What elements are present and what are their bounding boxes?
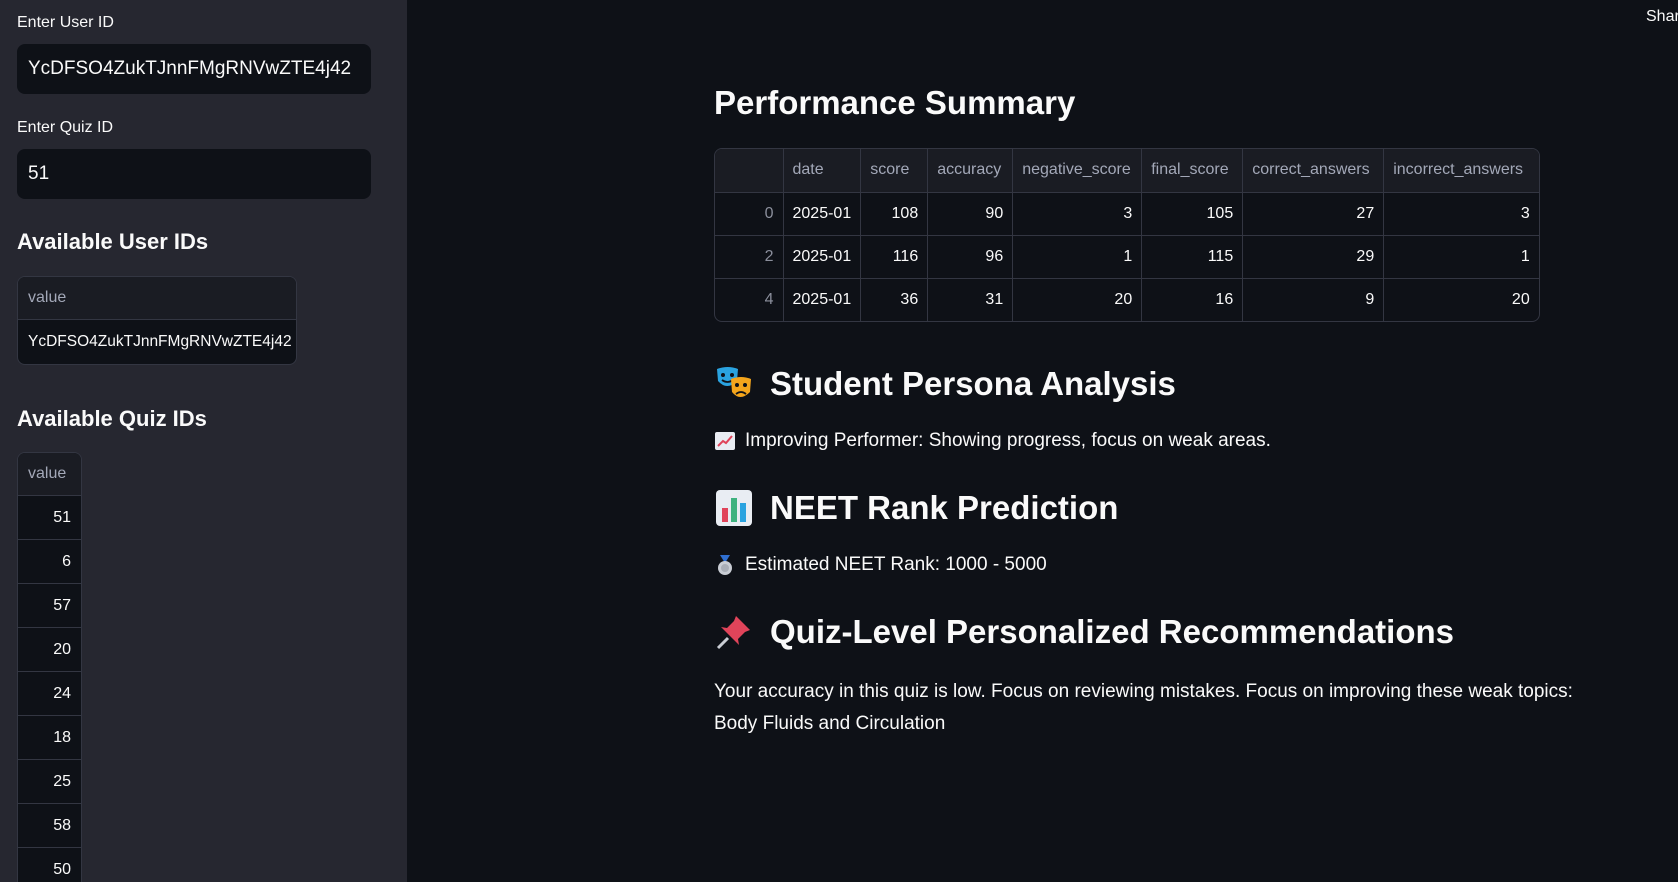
table-row[interactable]: 0 2025-01 108 90 3 105 27 3 xyxy=(715,192,1539,236)
column-header-score[interactable]: score xyxy=(860,149,929,193)
available-user-ids-heading: Available User IDs xyxy=(17,229,209,254)
rank-text: Estimated NEET Rank: 1000 - 5000 xyxy=(714,554,1047,576)
user-id-input[interactable]: YcDFSO4ZukTJnnFMgRNVwZTE4j42 xyxy=(17,44,371,94)
cell-score[interactable]: 108 xyxy=(860,192,929,236)
rank-text-value: Estimated NEET Rank: 1000 - 5000 xyxy=(745,554,1047,575)
performance-table[interactable]: date score accuracy negative_score final… xyxy=(714,148,1540,322)
pushpin-icon xyxy=(714,612,754,652)
cell-negative-score[interactable]: 3 xyxy=(1012,192,1143,236)
cell-accuracy[interactable]: 31 xyxy=(927,278,1014,321)
cell-accuracy[interactable]: 96 xyxy=(927,235,1014,279)
cell-final-score[interactable]: 105 xyxy=(1141,192,1244,236)
user-id-label: Enter User ID xyxy=(17,14,114,31)
available-user-ids-table[interactable]: value YcDFSO4ZukTJnnFMgRNVwZTE4j42 xyxy=(17,276,297,365)
rank-heading: NEET Rank Prediction xyxy=(714,488,1118,528)
bar-chart-icon xyxy=(714,488,754,528)
table-cell[interactable]: YcDFSO4ZukTJnnFMgRNVwZTE4j42 xyxy=(18,320,296,364)
available-quiz-ids-heading: Available Quiz IDs xyxy=(17,406,207,431)
cell-incorrect-answers[interactable]: 3 xyxy=(1383,192,1539,236)
cell-score[interactable]: 36 xyxy=(860,278,929,321)
table-cell[interactable]: 24 xyxy=(18,672,81,716)
row-index: 2 xyxy=(715,235,784,279)
cell-accuracy[interactable]: 90 xyxy=(927,192,1014,236)
column-header-incorrect-answers[interactable]: incorrect_answers xyxy=(1383,149,1539,193)
persona-text: Improving Performer: Showing progress, f… xyxy=(714,430,1271,452)
column-header[interactable]: value xyxy=(18,453,81,496)
cell-correct-answers[interactable]: 27 xyxy=(1242,192,1385,236)
table-cell[interactable]: 51 xyxy=(18,496,81,540)
cell-negative-score[interactable]: 1 xyxy=(1012,235,1143,279)
cell-score[interactable]: 116 xyxy=(860,235,929,279)
cell-correct-answers[interactable]: 9 xyxy=(1242,278,1385,321)
column-header[interactable]: value xyxy=(18,277,296,320)
chart-increasing-icon xyxy=(714,430,736,452)
table-cell[interactable]: 58 xyxy=(18,804,81,848)
persona-text-value: Improving Performer: Showing progress, f… xyxy=(745,430,1271,451)
cell-correct-answers[interactable]: 29 xyxy=(1242,235,1385,279)
cell-incorrect-answers[interactable]: 1 xyxy=(1383,235,1539,279)
table-row[interactable]: 4 2025-01 36 31 20 16 9 20 xyxy=(715,278,1539,321)
cell-negative-score[interactable]: 20 xyxy=(1012,278,1143,321)
recommendations-heading-text: Quiz-Level Personalized Recommendations xyxy=(770,613,1455,650)
cell-final-score[interactable]: 115 xyxy=(1141,235,1244,279)
table-cell[interactable]: 50 xyxy=(18,848,81,882)
cell-final-score[interactable]: 16 xyxy=(1141,278,1244,321)
column-header-correct-answers[interactable]: correct_answers xyxy=(1242,149,1385,193)
column-header-date[interactable]: date xyxy=(783,149,862,193)
cell-date[interactable]: 2025-01 xyxy=(783,192,862,236)
cell-date[interactable]: 2025-01 xyxy=(783,235,862,279)
column-header-final-score[interactable]: final_score xyxy=(1141,149,1244,193)
performance-summary-heading: Performance Summary xyxy=(714,84,1076,121)
persona-heading: Student Persona Analysis xyxy=(714,364,1176,404)
performing-arts-icon xyxy=(714,364,754,404)
table-cell[interactable]: 57 xyxy=(18,584,81,628)
row-index: 4 xyxy=(715,278,784,321)
column-header-accuracy[interactable]: accuracy xyxy=(927,149,1014,193)
medal-icon xyxy=(714,554,736,576)
quiz-id-label: Enter Quiz ID xyxy=(17,119,114,136)
persona-heading-text: Student Persona Analysis xyxy=(770,365,1176,402)
cell-incorrect-answers[interactable]: 20 xyxy=(1384,278,1539,321)
table-cell[interactable]: 25 xyxy=(18,760,81,804)
table-cell[interactable]: 20 xyxy=(18,628,81,672)
table-cell[interactable]: 18 xyxy=(18,716,81,760)
column-header-index[interactable] xyxy=(715,149,784,193)
cell-date[interactable]: 2025-01 xyxy=(783,278,862,321)
app-window: Enter User ID YcDFSO4ZukTJnnFMgRNVwZTE4j… xyxy=(0,0,1678,882)
recommendations-text: Your accuracy in this quiz is low. Focus… xyxy=(714,681,1573,734)
table-header-row: date score accuracy negative_score final… xyxy=(715,149,1539,193)
quiz-id-input[interactable]: 51 xyxy=(17,149,371,199)
available-quiz-ids-table[interactable]: value 51 6 57 20 24 18 25 58 50 xyxy=(17,452,82,882)
share-button[interactable]: Share xyxy=(1646,8,1678,26)
sidebar: Enter User ID YcDFSO4ZukTJnnFMgRNVwZTE4j… xyxy=(0,0,407,882)
row-index: 0 xyxy=(715,192,784,236)
table-cell[interactable]: 6 xyxy=(18,540,81,584)
column-header-negative-score[interactable]: negative_score xyxy=(1012,149,1143,193)
rank-heading-text: NEET Rank Prediction xyxy=(770,489,1119,526)
table-row[interactable]: 2 2025-01 116 96 1 115 29 1 xyxy=(715,235,1539,279)
recommendations-heading: Quiz-Level Personalized Recommendations xyxy=(714,612,1454,652)
